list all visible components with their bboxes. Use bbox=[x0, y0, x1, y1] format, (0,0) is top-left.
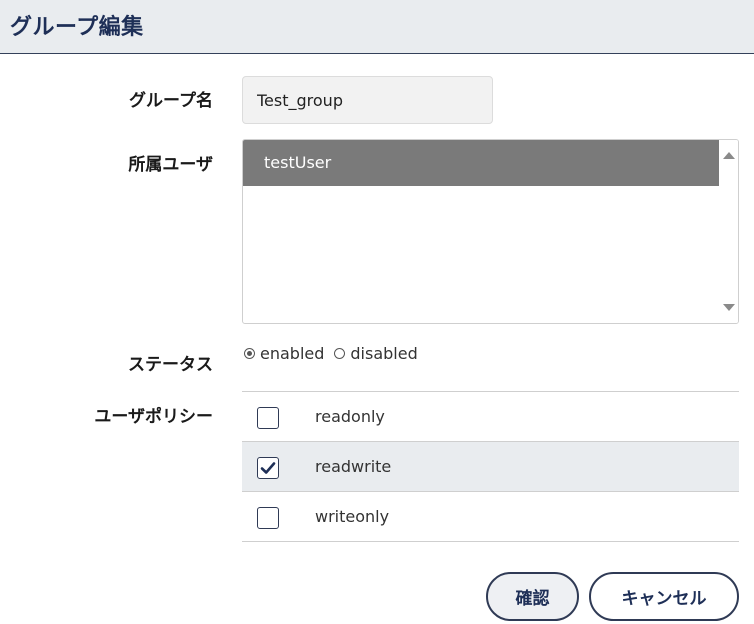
status-disabled-radio[interactable] bbox=[334, 348, 346, 359]
confirm-button[interactable]: 確認 bbox=[486, 572, 579, 621]
members-label: 所属ユーザ bbox=[128, 155, 213, 175]
policy-readonly-checkbox[interactable] bbox=[257, 407, 279, 429]
group-name-input[interactable] bbox=[242, 76, 493, 124]
dialog-title: グループ編集 bbox=[10, 15, 144, 40]
scroll-up-arrow-icon[interactable] bbox=[723, 152, 735, 159]
member-option[interactable]: testUser bbox=[243, 140, 720, 186]
listbox-scrollbar[interactable] bbox=[719, 140, 738, 323]
policy-writeonly-label: writeonly bbox=[315, 507, 390, 526]
status-enabled-radio[interactable] bbox=[244, 348, 255, 359]
policy-readonly-label: readonly bbox=[315, 407, 385, 426]
policy-readwrite-checkbox[interactable] bbox=[257, 457, 279, 479]
checkmark-icon bbox=[260, 462, 276, 474]
scroll-down-arrow-icon[interactable] bbox=[723, 304, 735, 311]
policy-table: readonly readwrite writeonly bbox=[242, 391, 739, 542]
status-radio-group: enabled disabled bbox=[242, 344, 426, 363]
policy-row-writeonly[interactable]: writeonly bbox=[242, 492, 739, 542]
status-label: ステータス bbox=[128, 355, 213, 375]
policy-readwrite-label: readwrite bbox=[315, 457, 392, 476]
status-disabled-label[interactable]: disabled bbox=[350, 344, 417, 363]
members-listbox[interactable]: testUser bbox=[242, 139, 739, 324]
status-enabled-label[interactable]: enabled bbox=[260, 344, 324, 363]
policy-label: ユーザポリシー bbox=[94, 407, 213, 427]
dialog-header: グループ編集 bbox=[0, 0, 754, 54]
policy-row-readonly[interactable]: readonly bbox=[242, 392, 739, 442]
cancel-button[interactable]: キャンセル bbox=[589, 572, 739, 621]
policy-row-readwrite[interactable]: readwrite bbox=[242, 442, 739, 492]
group-name-label: グループ名 bbox=[129, 91, 213, 111]
policy-writeonly-checkbox[interactable] bbox=[257, 507, 279, 529]
